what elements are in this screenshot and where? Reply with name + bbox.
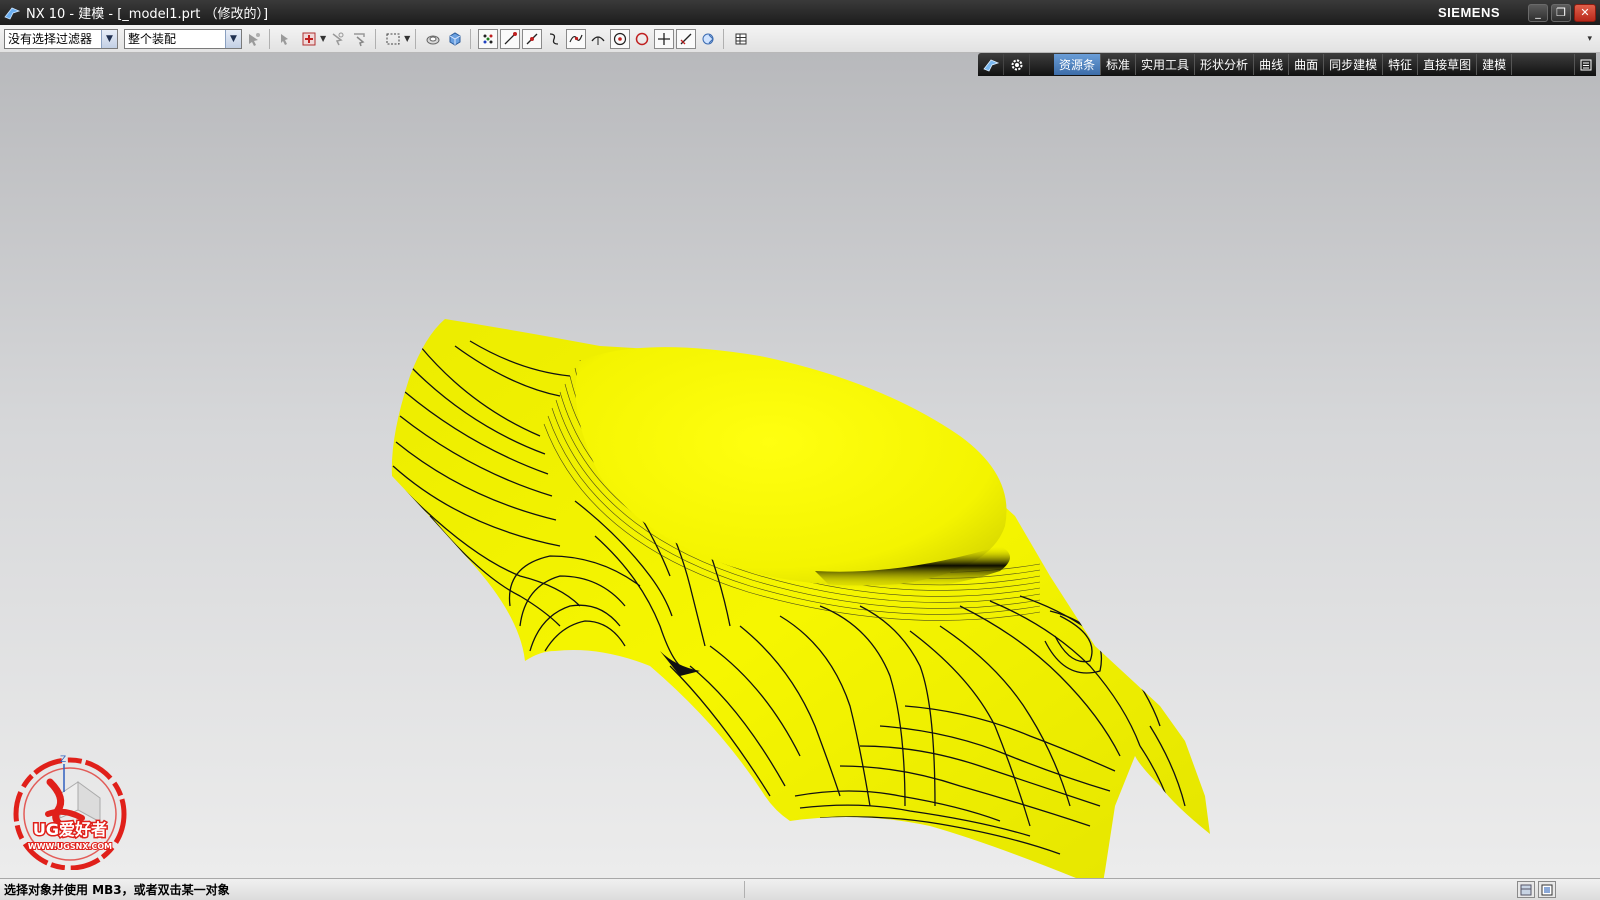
toolbar-separator <box>375 28 377 49</box>
snap-arc-center-icon[interactable] <box>610 28 631 49</box>
selection-toolbar: 没有选择过滤器 ▼ 整个装配 ▼ ▼ ▼ ▾ <box>0 25 1600 53</box>
toolbar-separator <box>470 28 472 49</box>
watermark-title: UG爱好者 <box>33 820 107 839</box>
table-icon[interactable] <box>731 29 751 49</box>
full-screen-icon[interactable] <box>1538 881 1556 898</box>
snap-endpoint-icon[interactable] <box>500 28 521 49</box>
selection-scope-value: 整个装配 <box>128 32 177 46</box>
tab-resource-bar[interactable]: 资源条 <box>1054 54 1102 75</box>
tab-synchronous-modeling[interactable]: 同步建模 <box>1324 54 1384 75</box>
restore-button[interactable]: ❐ <box>1551 3 1571 22</box>
toolbar-separator <box>723 28 725 49</box>
tab-utilities[interactable]: 实用工具 <box>1136 54 1196 75</box>
snap-intersection-icon[interactable] <box>566 28 587 49</box>
toolbar-separator <box>415 28 417 49</box>
view-triad-icon[interactable] <box>423 29 443 49</box>
snap-quadrant-icon[interactable] <box>632 29 652 49</box>
snap-bounded-grid-icon[interactable] <box>676 28 697 49</box>
toolbar-separator <box>269 28 270 49</box>
snap-point-icon[interactable] <box>698 29 718 49</box>
tab-shape-analysis[interactable]: 形状分析 <box>1195 54 1255 75</box>
tab-feature[interactable]: 特征 <box>1383 54 1419 75</box>
view-cube-icon[interactable] <box>445 29 465 49</box>
ribbon-options-icon[interactable] <box>1574 54 1596 75</box>
minimize-button[interactable]: _ <box>1528 3 1548 22</box>
type-filter-dropdown[interactable]: 没有选择过滤器 ▼ <box>4 28 118 49</box>
status-bar: 选择对象并使用 MB3，或者双击某一对象 <box>0 878 1600 900</box>
general-select-icon[interactable] <box>328 29 348 49</box>
ugsnx-watermark-logo: Z UG爱好者 WWW.UGSNX.COM <box>13 755 127 870</box>
toolbar-overflow-icon[interactable]: ▾ <box>1587 34 1592 44</box>
snap-point-on-face-icon[interactable] <box>654 28 675 49</box>
close-button[interactable]: ✕ <box>1574 3 1596 22</box>
select-feature-icon[interactable] <box>277 29 297 49</box>
nx-app-icon[interactable] <box>4 5 21 21</box>
deselect-icon[interactable] <box>299 29 319 49</box>
watermark-url: WWW.UGSNX.COM <box>28 842 112 851</box>
status-secondary-cell <box>744 881 1504 898</box>
snap-midpoint-icon[interactable] <box>522 28 543 49</box>
settings-gear-icon[interactable] <box>1004 54 1030 75</box>
chevron-down-icon[interactable]: ▼ <box>225 29 241 48</box>
type-filter-value: 没有选择过滤器 <box>8 32 93 46</box>
nx-logo-icon[interactable] <box>978 54 1004 75</box>
tab-direct-sketch[interactable]: 直接草图 <box>1418 54 1478 75</box>
tab-surface[interactable]: 曲面 <box>1289 54 1325 75</box>
cursor-select-icon[interactable] <box>350 29 370 49</box>
chevron-down-icon[interactable]: ▼ <box>404 34 410 43</box>
chevron-down-icon[interactable]: ▼ <box>101 29 117 48</box>
yellow-surface-model[interactable] <box>0 53 1600 878</box>
snap-control-point-icon[interactable] <box>544 29 564 49</box>
resource-tab-bar: 资源条 标准 实用工具 形状分析 曲线 曲面 同步建模 特征 直接草图 建模 <box>978 53 1596 76</box>
tab-modeling[interactable]: 建模 <box>1477 54 1513 75</box>
chevron-down-icon[interactable]: ▼ <box>320 34 326 43</box>
selection-scope-dropdown[interactable]: 整个装配 ▼ <box>124 28 242 49</box>
window-title: NX 10 - 建模 - [_model1.prt （修改的）] <box>26 7 269 22</box>
status-icons <box>1514 881 1556 898</box>
window-title-bar: NX 10 - 建模 - [_model1.prt （修改的）] SIEMENS… <box>0 0 1600 25</box>
tab-standard[interactable]: 标准 <box>1101 54 1137 75</box>
status-message: 选择对象并使用 MB3，或者双击某一对象 <box>4 883 230 897</box>
select-all-icon[interactable] <box>244 29 264 49</box>
rectangle-select-icon[interactable] <box>383 29 403 49</box>
graphics-viewport[interactable]: 资源条 标准 实用工具 形状分析 曲线 曲面 同步建模 特征 直接草图 建模 Z… <box>0 53 1600 878</box>
snap-existing-point-icon[interactable] <box>478 28 499 49</box>
siemens-brand: SIEMENS <box>1437 5 1500 20</box>
view-layout-icon[interactable] <box>1517 881 1535 898</box>
tab-curve[interactable]: 曲线 <box>1254 54 1290 75</box>
snap-point-on-curve-icon[interactable] <box>588 29 608 49</box>
triad-z-label: Z <box>60 755 66 765</box>
